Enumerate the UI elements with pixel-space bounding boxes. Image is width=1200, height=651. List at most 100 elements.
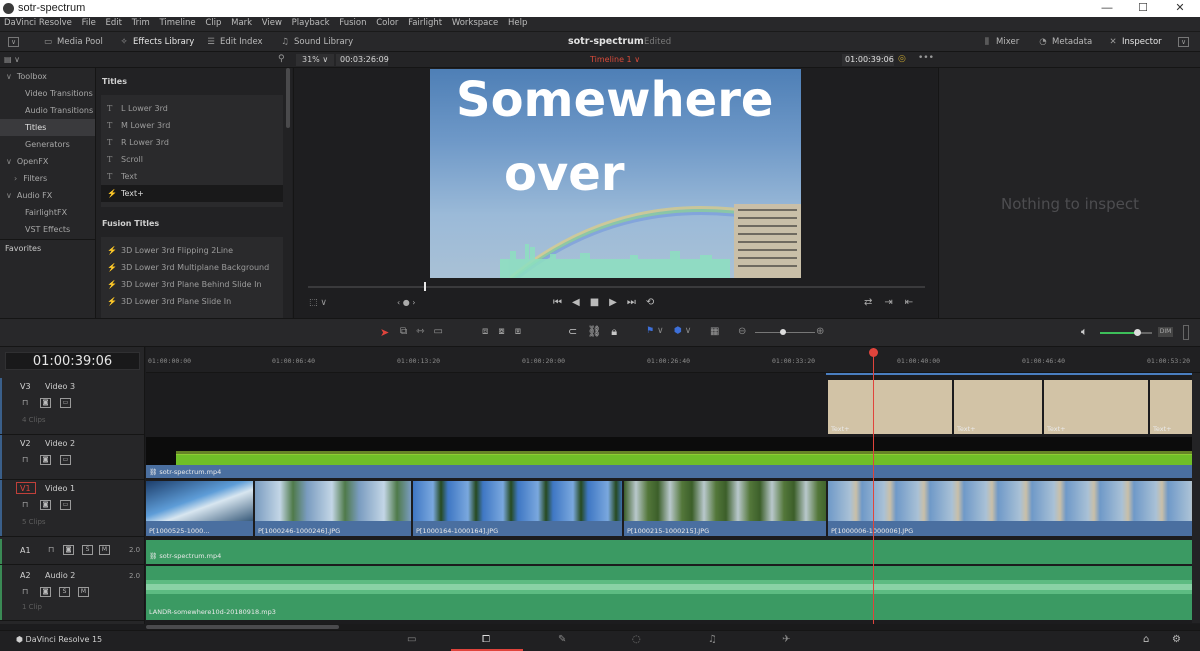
menu-workspace[interactable]: Workspace [452,18,498,28]
fusion-title-item[interactable]: ⚡ 3D Lower 3rd Plane Behind Slide In [101,276,283,293]
zoom-select[interactable]: 31% ∨ [296,54,334,66]
volume-slider-track[interactable] [1140,332,1152,334]
tree-item-titles[interactable]: Titles [0,119,95,136]
title-clip[interactable]: Text+ [1150,380,1192,434]
title-item-l-lower-3rd[interactable]: TL Lower 3rd [101,100,283,117]
favorites-item[interactable]: Favorites [0,240,95,257]
title-item-text-plus[interactable]: ⚡ Text+ [101,185,283,202]
list-view-icon[interactable]: ▤ ∨ [4,55,20,64]
collapse-panel-icon[interactable]: ∨ [1178,32,1192,52]
skip-to-end-icon[interactable]: ⏭ [627,297,646,308]
track-enable-icon[interactable]: ▭ [60,500,71,510]
image-clip[interactable]: P[1000525-1000... [146,481,253,536]
color-picker-icon[interactable]: ◎ [898,54,906,64]
auto-select-icon[interactable]: ◙ [40,587,51,597]
mixer-button[interactable]: ⫼ Mixer [981,32,1019,52]
next-edit-icon[interactable]: ⇥ [884,297,904,308]
effects-library-button[interactable]: ✧ Effects Library [118,32,194,52]
play-icon[interactable]: ▶ [609,297,627,308]
loop-icon[interactable]: ⟲ [646,297,664,308]
blade-tool-icon[interactable]: ▭ [434,326,452,337]
media-page-icon[interactable]: ▭ [407,634,416,645]
mute-button[interactable]: M [78,587,89,597]
title-clip[interactable]: Text+ [828,380,952,434]
menu-clip[interactable]: Clip [205,18,221,28]
linked-selection-icon[interactable]: ⛓ [587,325,611,338]
play-reverse-icon[interactable]: ◀ [572,297,590,308]
tree-item-audio-transitions[interactable]: Audio Transitions [0,102,95,119]
image-clip[interactable]: P[1000006-1000006].JPG [828,481,1192,536]
title-item-scroll[interactable]: T Scroll [101,151,283,168]
title-item-r-lower-3rd[interactable]: TR Lower 3rd [101,134,283,151]
track-enable-icon[interactable]: ▭ [60,455,71,465]
dynamic-trim-icon[interactable]: ⇿ [416,326,433,337]
edit-index-button[interactable]: ☰ Edit Index [205,32,262,52]
tree-item-generators[interactable]: Generators [0,136,95,153]
solo-button[interactable]: S [82,545,93,555]
auto-select-icon[interactable]: ◙ [40,455,51,465]
title-clip[interactable]: Text+ [954,380,1042,434]
transform-icon[interactable]: ⬚ ∨ [309,298,327,308]
panel-scrollbar[interactable] [286,68,290,128]
menu-fairlight[interactable]: Fairlight [408,18,442,28]
menu-mark[interactable]: Mark [231,18,252,28]
settings-gear-icon[interactable]: ⚙ [1172,634,1181,645]
audio-meter-icon[interactable] [1183,325,1189,340]
flag-icon[interactable]: ⚑ ∨ [646,326,664,336]
menu-timeline[interactable]: Timeline [159,18,195,28]
track-lock-icon[interactable]: ⊓ [22,398,28,407]
replace-clip-icon[interactable]: ⧆ [515,326,531,337]
fusion-title-item[interactable]: ⚡ 3D Lower 3rd Multiplane Background [101,259,283,276]
fairlight-page-icon[interactable]: ♫ [708,634,717,645]
track-lock-icon[interactable]: ⊓ [48,545,54,554]
audio-clip-a1[interactable]: ⛓ sotr-spectrum.mp4 [146,540,1192,564]
home-icon[interactable]: ⌂ [1143,634,1149,645]
color-page-icon[interactable]: ◌ [632,634,641,645]
track-header-a1[interactable]: A1 ⊓ ◙ S M 2.0 [0,539,145,565]
auto-select-icon[interactable]: ◙ [63,545,74,555]
fusion-title-item[interactable]: ⚡ 3D Lower 3rd Flipping 2Line [101,242,283,259]
menu-edit[interactable]: Edit [106,18,122,28]
auto-select-icon[interactable]: ◙ [40,500,51,510]
menu-playback[interactable]: Playback [292,18,330,28]
match-frame-icon[interactable]: ⇄ [864,297,884,308]
skip-to-start-icon[interactable]: ⏮ [553,297,572,308]
sound-library-button[interactable]: ♫ Sound Library [279,32,353,52]
zoom-mode-icon[interactable]: ▦ [710,326,719,337]
maximize-button[interactable]: ☐ [1123,0,1163,17]
timeline-select[interactable]: Timeline 1 ∨ [590,55,640,64]
menu-help[interactable]: Help [508,18,527,28]
scrub-bar[interactable] [308,286,925,288]
track-header-a2[interactable]: A2 Audio 2 2.0 ⊓ ◙ S M 1 Clip [0,565,145,621]
snapping-icon[interactable]: ⊂ [568,325,587,338]
overwrite-clip-icon[interactable]: ⧇ [498,326,514,337]
menu-trim[interactable]: Trim [132,18,150,28]
timeline-ruler[interactable]: 01:00:00:00 01:00:06:40 01:00:13:20 01:0… [146,347,1200,373]
tree-item-video-transitions[interactable]: Video Transitions [0,85,95,102]
timeline-vertical-scrollbar[interactable] [1192,373,1200,623]
tree-item-audio-fx[interactable]: ∨ Audio FX [0,187,95,204]
deliver-page-icon[interactable]: ✈ [782,634,790,645]
track-enable-icon[interactable]: ▭ [60,398,71,408]
zoom-out-icon[interactable]: ⊖ [738,326,746,337]
scrub-playhead[interactable] [424,282,426,291]
lock-icon[interactable]: 🔒︎ [611,325,627,338]
media-pool-button[interactable]: ▭ Media Pool [42,32,103,52]
title-item-text[interactable]: T Text [101,168,283,185]
title-clip[interactable]: Text+ [1044,380,1148,434]
image-clip[interactable]: P[1000246-1000246].JPG [255,481,411,536]
track-lock-icon[interactable]: ⊓ [22,587,28,596]
mute-button[interactable]: M [99,545,110,555]
prev-edit-icon[interactable]: ⇤ [905,297,925,308]
close-button[interactable]: ✕ [1160,0,1200,17]
menu-view[interactable]: View [262,18,282,28]
track-header-v2[interactable]: V2 Video 2 ⊓ ◙ ▭ [0,435,145,480]
timeline-playhead[interactable] [873,348,874,624]
dim-button[interactable]: DIM [1158,327,1173,337]
zoom-slider-handle[interactable] [780,329,786,335]
tree-item-openfx[interactable]: ∨ OpenFX [0,153,95,170]
panel-toggle-icon[interactable]: ∨ [8,32,22,52]
stop-icon[interactable]: ■ [590,297,609,308]
track-header-v3[interactable]: V3 Video 3 ⊓ ◙ ▭ 4 Clips [0,378,145,435]
menu-davinci-resolve[interactable]: DaVinci Resolve [4,18,72,28]
